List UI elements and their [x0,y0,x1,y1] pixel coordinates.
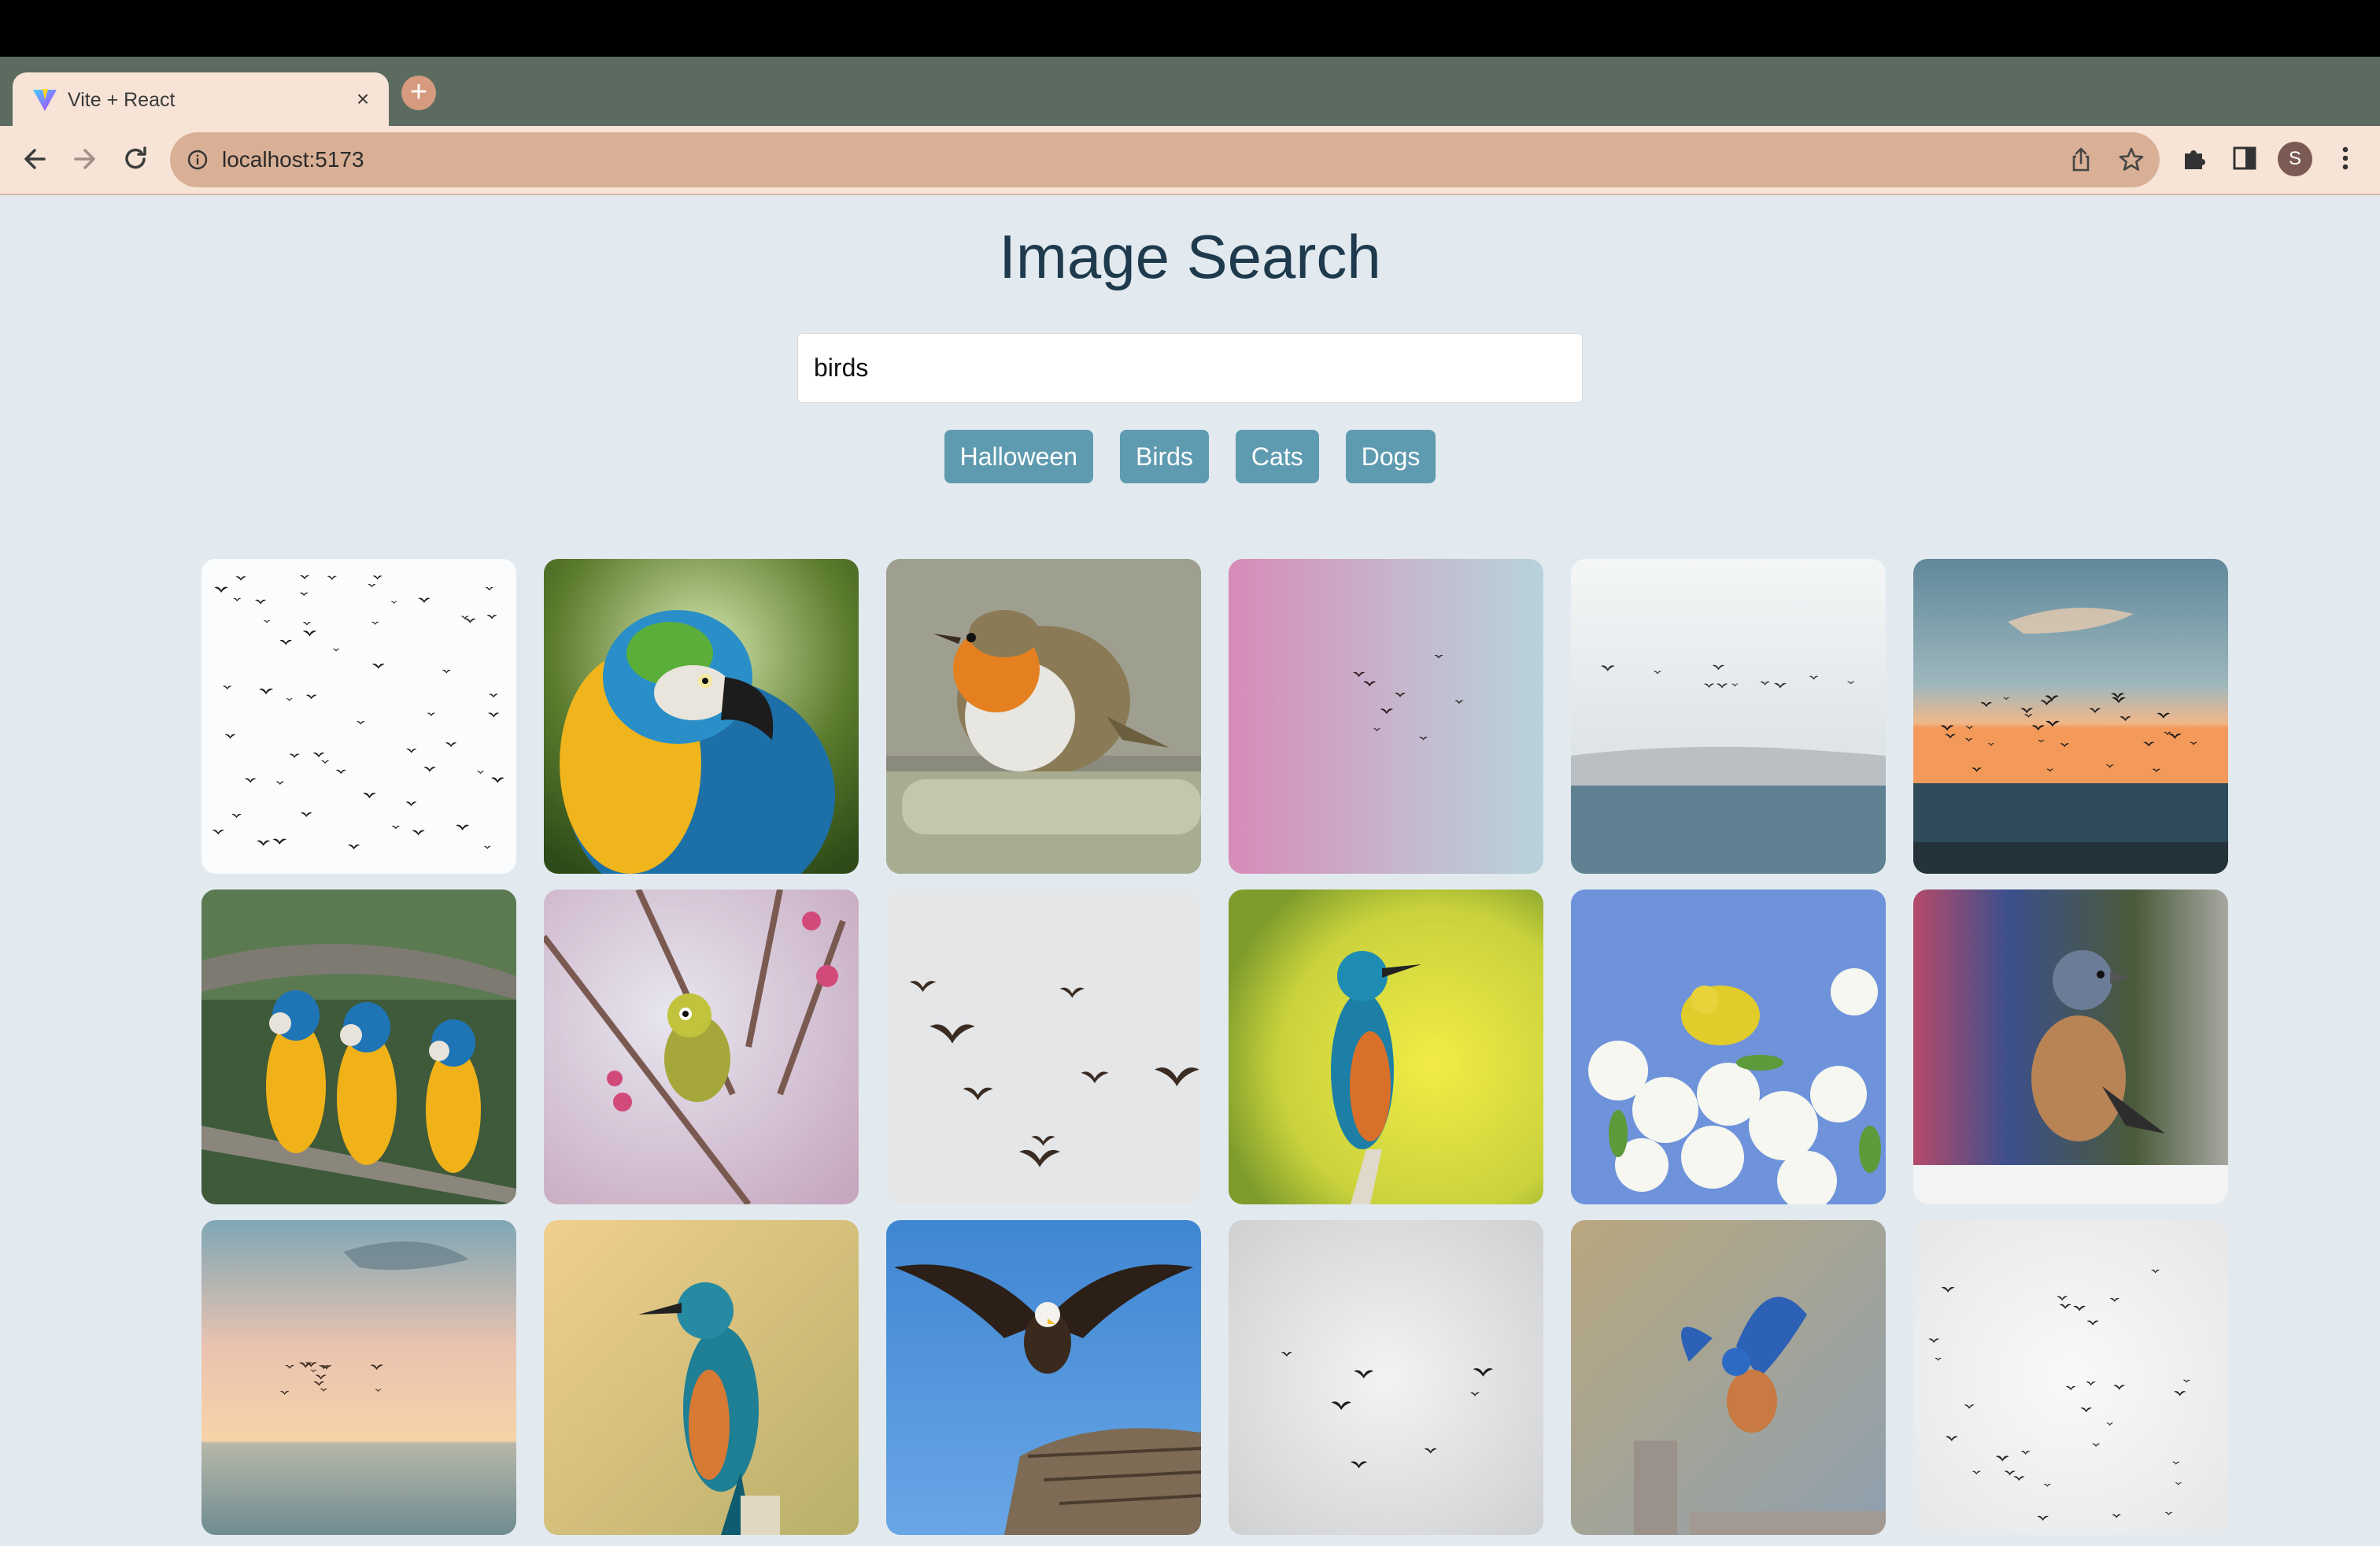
bookmark-star-icon[interactable] [2117,146,2145,174]
image-result-kingfisher-perch[interactable] [544,1220,859,1535]
vite-logo-icon [33,89,57,111]
image-result-blue-yellow-macaw[interactable] [544,559,859,874]
image-result-flock-white-sky[interactable] [1913,1220,2228,1535]
app-content: Image Search Halloween Birds Cats Dogs [0,195,2380,1546]
image-result-birds-over-sea[interactable] [1571,559,1886,874]
image-result-sunset-sea-flock[interactable] [1913,559,2228,874]
search-input[interactable] [797,333,1583,403]
extensions-icon[interactable] [2179,142,2210,174]
image-result-eagle-nest[interactable] [886,1220,1201,1535]
image-result-birds-pink-sky[interactable] [1229,559,1543,874]
page-title: Image Search [999,222,1381,291]
image-result-european-robin[interactable] [886,559,1201,874]
image-result-white-eye-blossom[interactable] [544,890,859,1204]
image-result-birds-grey-sky[interactable] [1229,1220,1543,1535]
new-tab-button[interactable]: + [401,76,436,110]
forward-arrow-icon[interactable] [66,140,104,178]
close-tab-icon[interactable]: × [349,86,376,113]
image-result-bluebird-post[interactable] [1571,1220,1886,1535]
back-arrow-icon[interactable] [16,140,54,178]
more-menu-icon[interactable] [2330,142,2361,174]
birds-button[interactable]: Birds [1120,430,1209,483]
image-result-kingfisher-yellow[interactable] [1229,890,1543,1204]
browser-toolbar: localhost:5173 S [0,126,2380,195]
os-top-bar [0,0,2380,57]
share-icon[interactable] [2067,146,2095,174]
profile-avatar[interactable]: S [2278,142,2312,176]
address-bar[interactable]: localhost:5173 [170,132,2160,187]
site-info-icon[interactable] [187,150,208,170]
reload-icon[interactable] [116,140,154,178]
quick-search-buttons: Halloween Birds Cats Dogs [0,430,2380,483]
browser-tab[interactable]: Vite + React × [13,72,389,126]
halloween-button[interactable]: Halloween [944,430,1093,483]
image-result-yellow-warbler-flowers[interactable] [1571,890,1886,1204]
image-result-sunset-sea-birds[interactable] [201,1220,516,1535]
side-panel-icon[interactable] [2229,142,2260,174]
image-result-flock-silhouette-white[interactable] [201,559,516,874]
tab-title: Vite + React [68,89,176,111]
browser-tab-strip: Vite + React × + [0,57,2380,126]
url-text: localhost:5173 [222,147,364,172]
image-result-geese-flying[interactable] [886,890,1201,1204]
image-result-chaffinch[interactable] [1913,890,2228,1204]
image-result-three-macaws[interactable] [201,890,516,1204]
image-grid [201,559,2228,1535]
cats-button[interactable]: Cats [1235,430,1319,483]
dogs-button[interactable]: Dogs [1345,430,1436,483]
